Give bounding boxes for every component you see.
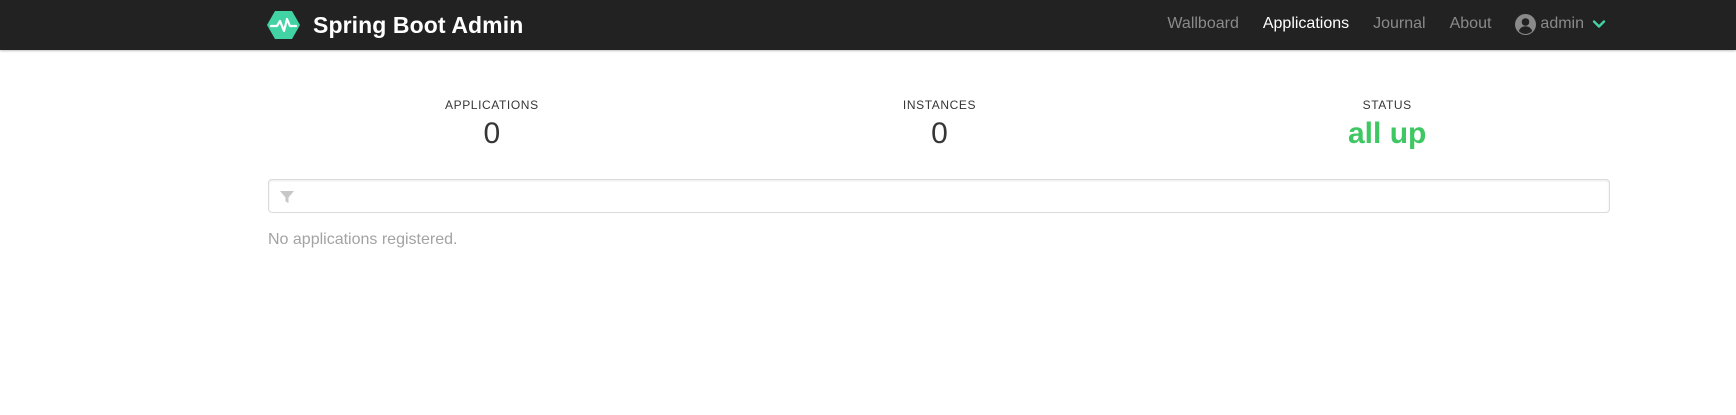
- user-name: admin: [1540, 15, 1584, 32]
- stat-status-value: all up: [1348, 117, 1427, 150]
- filter-input[interactable]: [303, 180, 1607, 214]
- stat-applications: APPLICATIONS 0: [268, 98, 716, 152]
- stat-instances: INSTANCES 0: [716, 98, 1164, 152]
- nav-about[interactable]: About: [1450, 15, 1492, 33]
- stat-instances-value: 0: [931, 117, 948, 150]
- heartbeat-hexagon-icon: [267, 11, 300, 39]
- brand-link[interactable]: Spring Boot Admin: [267, 9, 523, 41]
- application-filter: [268, 179, 1610, 214]
- chevron-down-icon: [1592, 20, 1606, 28]
- stat-instances-label: INSTANCES: [902, 98, 977, 112]
- nav-applications[interactable]: Applications: [1263, 15, 1349, 33]
- stat-status: STATUS all up: [1163, 98, 1611, 152]
- summary-stats: APPLICATIONS 0 INSTANCES 0 STATUS all up: [268, 98, 1611, 152]
- nav-journal[interactable]: Journal: [1373, 15, 1425, 33]
- top-navbar: Spring Boot Admin Wallboard Applications…: [0, 0, 1736, 50]
- empty-state-message: No applications registered.: [268, 231, 458, 248]
- stat-applications-label: APPLICATIONS: [445, 98, 539, 112]
- nav-wallboard[interactable]: Wallboard: [1167, 15, 1238, 33]
- user-circle-icon: [1515, 13, 1537, 35]
- main-nav: Wallboard Applications Journal About adm…: [1143, 0, 1606, 48]
- app-title: Spring Boot Admin: [313, 11, 524, 38]
- stat-applications-value: 0: [483, 117, 501, 150]
- filter-icon: [280, 191, 294, 203]
- stat-status-label: STATUS: [1362, 98, 1412, 112]
- user-menu[interactable]: admin: [1515, 13, 1606, 35]
